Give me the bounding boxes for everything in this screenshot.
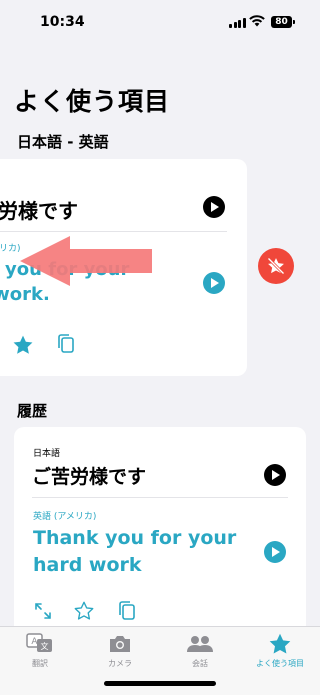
copy-icon [119, 601, 135, 620]
tab-label: 翻訳 [32, 659, 48, 668]
history-target-lang: 英語 (アメリカ) [33, 512, 97, 522]
copy-icon [58, 334, 74, 353]
tab-camera[interactable]: カメラ [80, 631, 160, 671]
play-source-button[interactable] [264, 464, 286, 486]
expand-button[interactable] [30, 598, 56, 624]
conversation-icon [187, 636, 213, 652]
history-source-text: ご苦労様です [32, 466, 147, 488]
favorite-source-text: 苦労様です [0, 199, 78, 223]
history-source-lang: 日本語 [33, 449, 61, 459]
status-time: 10:34 [40, 14, 85, 30]
favorite-target-lang: (アメリカ) [0, 244, 21, 254]
copy-button[interactable] [53, 331, 79, 357]
star-outline-icon [74, 601, 94, 620]
unfavorite-button[interactable] [258, 248, 294, 284]
history-target-text: Thank you for your hard work [33, 527, 237, 576]
svg-text:文: 文 [41, 641, 49, 651]
battery-tip [293, 20, 295, 24]
history-card[interactable]: 日本語 ご苦労様です 英語 (アメリカ) Thank you for your … [14, 427, 306, 657]
star-icon [269, 633, 291, 654]
language-pair-label: 日本語 - 英語 [17, 133, 109, 151]
page-title: よく使う項目 [14, 87, 171, 116]
play-translation-button[interactable] [264, 541, 286, 563]
tab-conversation[interactable]: 会話 [160, 631, 240, 671]
play-translation-button[interactable] [203, 272, 225, 294]
status-bar: 10:34 80 [0, 0, 320, 44]
battery-icon: 80 [271, 16, 292, 28]
card-divider [0, 231, 227, 232]
translate-icon: A 文 [26, 633, 52, 652]
star-slash-icon [267, 257, 285, 275]
favorite-star-button[interactable] [71, 598, 97, 624]
cellular-signal-icon [229, 18, 246, 28]
expand-icon [35, 603, 51, 619]
home-indicator [104, 681, 216, 686]
history-section-title: 履歴 [17, 402, 48, 420]
tab-favorites[interactable]: よく使う項目 [240, 631, 320, 671]
tab-label: 会話 [192, 659, 208, 668]
favorite-star-button[interactable] [10, 332, 36, 358]
card-divider [32, 497, 288, 498]
tab-translate[interactable]: A 文 翻訳 [0, 631, 80, 671]
copy-button[interactable] [114, 598, 140, 624]
camera-icon [110, 636, 130, 652]
wifi-icon [249, 15, 265, 27]
swipe-left-arrow-icon [20, 236, 152, 286]
tab-label: よく使う項目 [256, 659, 304, 668]
play-source-button[interactable] [203, 196, 225, 218]
star-filled-icon [13, 335, 33, 354]
tab-label: カメラ [108, 659, 132, 668]
